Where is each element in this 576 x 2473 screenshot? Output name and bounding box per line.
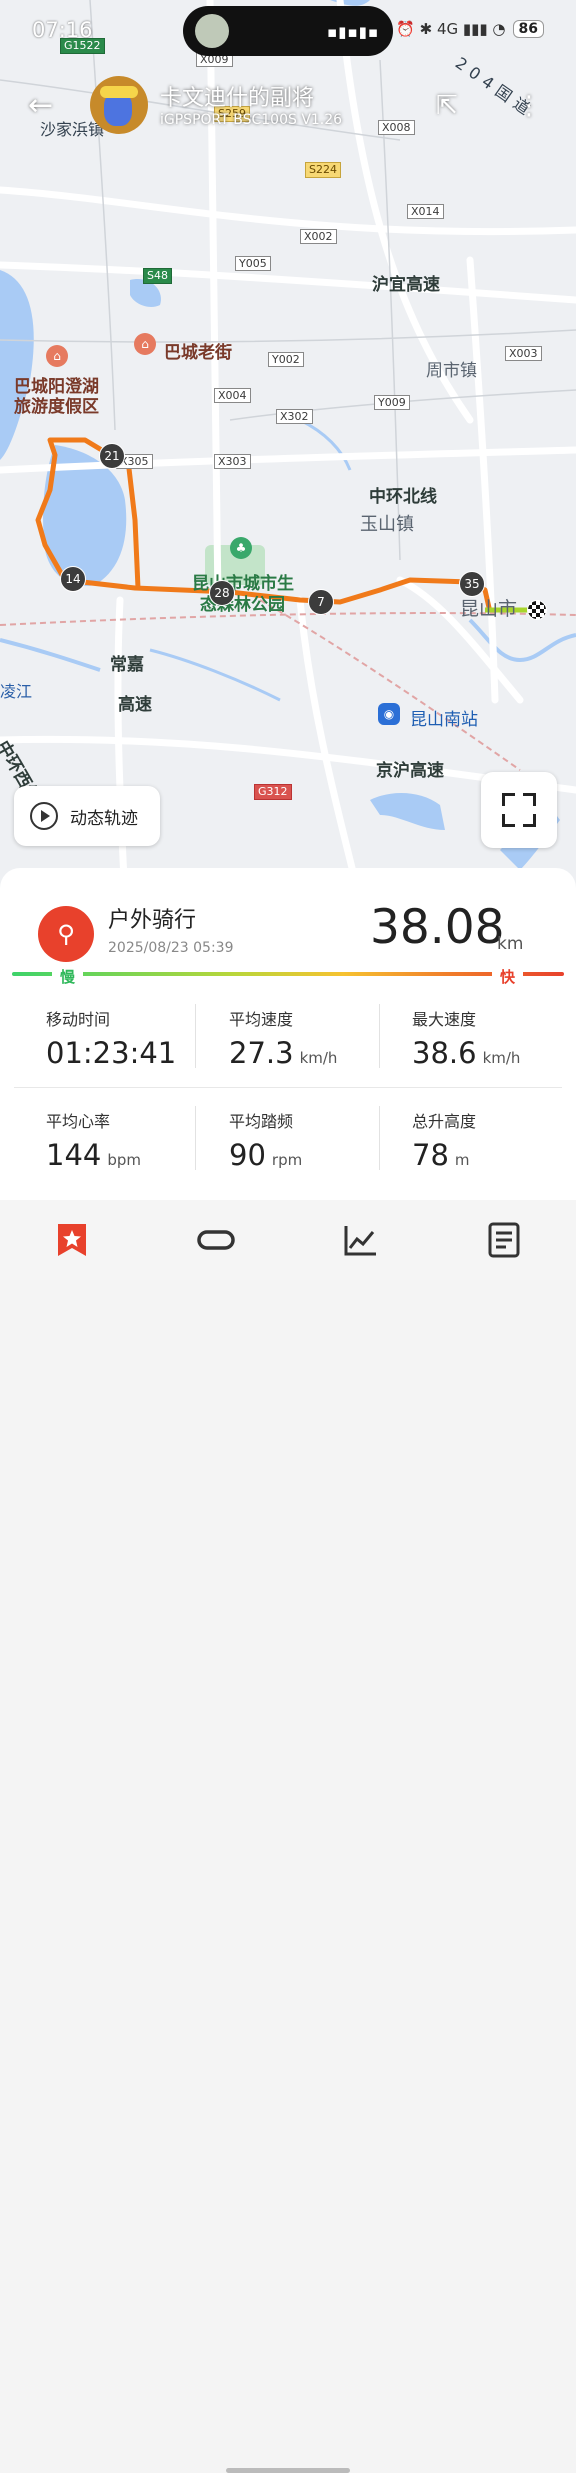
map-label-kunshan: 昆山市 [460,598,518,620]
stat-avg-speed: 平均速度 27.3 km/h [229,1006,399,1070]
tab-details[interactable] [484,1220,524,1260]
dynamic-island[interactable]: ▪▮▪▮▪ [183,6,393,56]
speed-legend-bar [12,972,564,976]
road-x014: X014 [407,204,444,219]
stat-avg-cadence: 平均踏频 90 rpm [229,1108,399,1172]
avatar[interactable] [90,76,148,134]
stat-total-ascent: 总升高度 78 m [412,1108,576,1172]
map-label-zhoushi: 周市镇 [426,361,477,381]
activity-date: 2025/08/23 05:39 [108,940,234,956]
stat-value: 27.3 [229,1036,294,1070]
fullscreen-button[interactable] [481,772,557,848]
map-label-changjia-2: 高速 [118,695,152,715]
road-s48: S48 [143,268,172,284]
km-marker-21: 21 [99,443,125,469]
stat-label: 平均踏频 [229,1112,294,1131]
status-time: 07:16 [32,18,93,42]
map-label-jinghu: 京沪高速 [376,761,444,781]
share-icon[interactable]: ⇱ [436,90,468,122]
stat-label: 平均心率 [46,1112,111,1131]
document-icon [488,1222,520,1258]
stat-value: 144 [46,1138,102,1172]
stat-label: 总升高度 [412,1112,477,1131]
map-label-yangcheng-2: 旅游度假区 [14,397,99,417]
finish-flag-icon [527,600,547,620]
system-status-icons: ⏰ ✱ 4G ▮▮▮ ◔ [396,20,506,38]
status-bar: 07:16 ▪▮▪▮▪ ⏰ ✱ 4G ▮▮▮ ◔ 86 [0,0,576,60]
km-marker-14: 14 [60,566,86,592]
speed-slow-label: 慢 [52,966,84,987]
battery-indicator: 86 [512,20,544,38]
map-label-changjia-1: 常嘉 [110,655,144,675]
bicycle-icon: ⚲ [38,906,94,962]
status-icons: ⏰ ✱ 4G ▮▮▮ ◔ 86 [396,20,544,38]
road-y005: Y005 [235,256,271,271]
stat-value: 78 [412,1138,449,1172]
road-x004: X004 [214,388,251,403]
road-s224: S224 [305,162,341,178]
replay-track-label: 动态轨迹 [70,808,138,829]
back-arrow-icon[interactable]: ← [28,88,64,124]
username: 卡文迪什的副将 [160,86,315,111]
road-y002: Y002 [268,352,304,367]
park-poi-icon[interactable]: ♣ [230,537,252,559]
km-marker-35: 35 [459,571,485,597]
oldstreet-poi-icon[interactable]: ⌂ [134,333,156,355]
home-indicator [226,2468,350,2473]
road-x002: X002 [300,229,337,244]
activity-header: ← 卡文迪什的副将 iGPSPORT BSC100S V1.26 ⇱ ⋮ [0,70,576,140]
stat-unit: bpm [107,1151,142,1169]
device-name: iGPSPORT BSC100S V1.26 [160,112,343,128]
stat-moving-time: 移动时间 01:23:41 [46,1006,216,1070]
road-x003: X003 [505,346,542,361]
tab-charts[interactable] [340,1220,380,1260]
road-g312: G312 [254,784,292,800]
total-distance: 38.08 [370,900,505,955]
scenic-poi-icon[interactable]: ⌂ [46,345,68,367]
stat-value: 01:23:41 [46,1036,177,1070]
map-label-lingjiang: 凌江 [0,682,33,701]
lap-icon [197,1230,235,1250]
stat-unit: m [454,1151,470,1169]
bookmark-star-icon [58,1224,86,1256]
stat-unit: rpm [271,1151,303,1169]
stat-label: 平均速度 [229,1010,294,1029]
stat-value: 90 [229,1138,266,1172]
distance-unit: km [497,934,524,954]
stat-max-speed: 最大速度 38.6 km/h [412,1006,576,1070]
more-icon[interactable]: ⋮ [516,90,542,122]
activity-summary-card: ⚲ 户外骑行 2025/08/23 05:39 38.08 km 慢 快 移动时… [0,868,576,1200]
speed-fast-label: 快 [492,966,524,987]
map-label-yushan: 玉山镇 [360,514,414,535]
stat-unit: km/h [482,1049,521,1067]
bottom-tab-bar [0,1200,576,2473]
road-x303: X303 [214,454,251,469]
stat-unit: km/h [299,1049,338,1067]
activity-type: 户外骑行 [108,908,197,933]
tab-laps[interactable] [196,1220,236,1260]
road-x302: X302 [276,409,313,424]
map-label-zhonghuanbei: 中环北线 [369,487,437,507]
replay-track-button[interactable]: 动态轨迹 [14,786,160,846]
play-icon [30,802,58,830]
audio-wave-icon: ▪▮▪▮▪ [326,23,379,41]
road-y009: Y009 [374,395,410,410]
line-chart-icon [344,1226,376,1256]
map-label-bacheng: 巴城老街 [164,343,232,363]
km-marker-28: 28 [209,580,235,606]
km-marker-7: 7 [308,589,334,615]
stat-label: 移动时间 [46,1010,111,1029]
fullscreen-icon [502,793,515,806]
map-label-huyi: 沪宜高速 [372,275,440,295]
media-thumbnail [195,14,229,48]
station-poi-icon[interactable]: ◉ [378,703,400,725]
map-label-kunshannan: 昆山南站 [410,710,478,730]
stat-avg-heart-rate: 平均心率 144 bpm [46,1108,216,1172]
stat-label: 最大速度 [412,1010,477,1029]
tab-overview[interactable] [52,1220,92,1260]
stat-value: 38.6 [412,1036,477,1070]
